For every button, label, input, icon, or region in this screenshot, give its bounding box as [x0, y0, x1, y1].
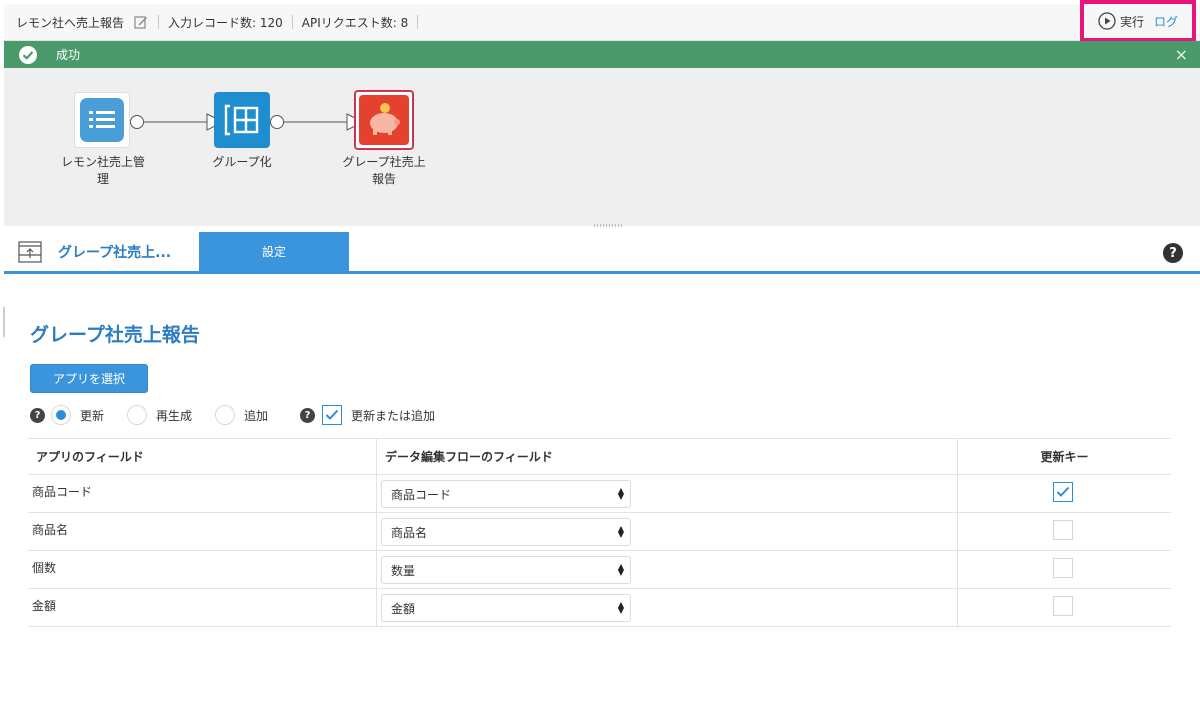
checkmark-icon [1056, 486, 1070, 497]
tab-settings[interactable]: 設定 [199, 232, 349, 271]
column-header: アプリのフィールド [36, 450, 144, 464]
play-circle-icon [1098, 12, 1116, 30]
radio-label: 追加 [244, 408, 269, 423]
run-label: 実行 [1119, 14, 1144, 29]
column-header: データ編集フローのフィールド [376, 439, 957, 474]
run-log-highlight: 実行 ログ [1080, 0, 1196, 42]
select-value: 商品コード [391, 487, 452, 502]
top-toolbar: レモン社へ売上報告 入力レコード数: 120 APIリクエスト数: 8 実行 ロ… [4, 0, 1200, 42]
app-field-name: 個数 [32, 561, 57, 575]
flow-node-group[interactable] [214, 92, 270, 148]
flow-node-lemon[interactable] [74, 92, 130, 148]
upload-table-icon [18, 240, 42, 263]
help-icon[interactable]: ? [300, 407, 316, 423]
resize-handle[interactable] [594, 224, 624, 227]
flow-name: レモン社へ売上報告 [16, 15, 125, 30]
table-row: 商品コード 商品コード ▲ ▼ [28, 475, 1171, 513]
group-icon [224, 104, 259, 136]
node-label: グレープ社売上 報告 [342, 155, 426, 186]
column-header: 更新キー [957, 439, 1171, 474]
piggy-bank-icon [359, 95, 409, 145]
api-request-count: APIリクエスト数: 8 [301, 15, 409, 30]
update-key-checkbox[interactable] [1053, 558, 1073, 578]
table-row: 金額 金額 ▲ ▼ [28, 589, 1171, 627]
app-field-name: 商品コード [32, 485, 93, 499]
flow-field-select[interactable]: 商品コード ▲ ▼ [381, 480, 631, 508]
app-title: グレープ社売上報告 [30, 324, 200, 346]
check-circle-icon [19, 45, 37, 64]
checkmark-icon [325, 409, 339, 420]
table-row: 個数 数量 ▲ ▼ [28, 551, 1171, 589]
select-value: 商品名 [391, 525, 428, 540]
divider [291, 15, 293, 29]
help-icon[interactable]: ? [30, 407, 45, 423]
select-app-button[interactable]: アプリを選択 [30, 364, 148, 393]
flow-field-select[interactable]: 商品名 ▲ ▼ [381, 518, 631, 546]
update-key-checkbox[interactable] [1053, 482, 1073, 502]
select-value: 数量 [391, 563, 416, 578]
select-arrows-icon: ▲ ▼ [617, 562, 624, 577]
flow-field-select[interactable]: 数量 ▲ ▼ [381, 556, 631, 584]
success-banner: 成功 × [4, 41, 1200, 68]
input-record-count: 入力レコード数: 120 [168, 15, 283, 30]
radio-label: 再生成 [156, 408, 193, 423]
divider [158, 15, 160, 29]
update-key-checkbox[interactable] [1053, 520, 1073, 540]
status-message: 成功 [56, 48, 81, 62]
mode-options: ? 更新 再生成 追加 ? 更新または追加 [30, 403, 435, 427]
output-port[interactable] [130, 115, 144, 129]
app-field-name: 商品名 [32, 523, 69, 537]
field-mapping-table: アプリのフィールド データ編集フローのフィールド 更新キー 商品コード 商品コー… [28, 438, 1171, 627]
flow-node-grape[interactable] [354, 90, 414, 150]
side-handle[interactable] [3, 307, 5, 337]
divider [417, 15, 419, 29]
update-or-add-checkbox[interactable] [322, 405, 343, 425]
radio-update[interactable] [51, 405, 71, 425]
app-field-name: 金額 [32, 599, 57, 613]
log-link[interactable]: ログ [1154, 13, 1178, 30]
close-icon[interactable]: × [1175, 45, 1188, 64]
help-icon[interactable]: ? [1163, 243, 1183, 263]
flow-field-select[interactable]: 金額 ▲ ▼ [381, 594, 631, 622]
update-key-checkbox[interactable] [1053, 596, 1073, 616]
flow-connectors [142, 113, 365, 131]
radio-label: 更新 [80, 408, 105, 423]
node-label: グループ化 [212, 155, 272, 169]
tab-node-title[interactable]: グレープ社売上... [4, 232, 200, 271]
run-button[interactable]: 実行 [1098, 12, 1144, 30]
panel-tab-bar: グレープ社売上... 設定 ? [4, 232, 1200, 274]
select-value: 金額 [391, 601, 416, 616]
edit-icon[interactable] [133, 14, 149, 30]
table-row: 商品名 商品名 ▲ ▼ [28, 513, 1171, 551]
radio-regenerate[interactable] [127, 405, 148, 425]
checkbox-label: 更新または追加 [351, 408, 436, 423]
list-icon [80, 98, 124, 142]
select-arrows-icon: ▲ ▼ [617, 486, 624, 501]
output-port[interactable] [270, 115, 284, 129]
node-label: レモン社売上管 理 [60, 155, 145, 186]
select-arrows-icon: ▲ ▼ [617, 524, 624, 539]
flow-canvas[interactable]: レモン社売上管 理 グループ化 グレープ社売上 報告 [4, 68, 1200, 227]
node-title: グレープ社売上... [58, 244, 172, 261]
table-header-row: アプリのフィールド データ編集フローのフィールド 更新キー [28, 438, 1171, 475]
select-arrows-icon: ▲ ▼ [617, 600, 624, 615]
radio-add[interactable] [215, 405, 236, 425]
